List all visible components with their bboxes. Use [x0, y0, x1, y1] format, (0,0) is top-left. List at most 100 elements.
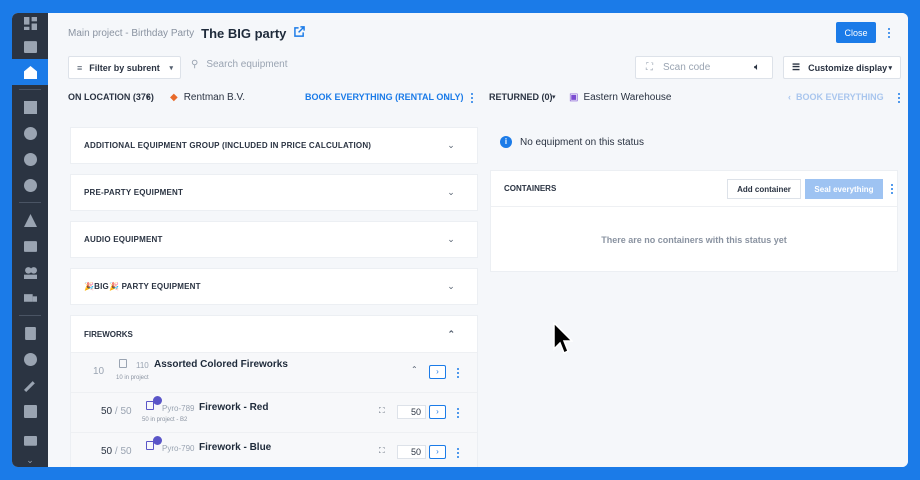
right-status-select[interactable]: RETURNED (0) — [489, 92, 553, 102]
app-window: ⌄ Main project - Birthday Party The BIG … — [12, 13, 908, 467]
caret-down-icon[interactable]: ▾ — [552, 93, 556, 101]
quantity-input[interactable]: 50 — [397, 405, 426, 419]
fireworks-header[interactable]: FIREWORKS ⌃ — [71, 316, 477, 352]
chat-icon[interactable] — [12, 146, 48, 172]
chevron-down-icon[interactable]: ⌄ — [447, 281, 455, 292]
on-location-column: ADDITIONAL EQUIPMENT GROUP (INCLUDED IN … — [70, 127, 478, 467]
search-placeholder: Search equipment — [206, 59, 288, 70]
chevron-down-icon[interactable]: ⌄ — [447, 140, 455, 151]
status-badge — [153, 396, 162, 405]
shapes-icon[interactable] — [12, 207, 48, 233]
people-icon[interactable] — [12, 259, 48, 285]
sidebar-divider — [19, 89, 41, 90]
move-item-button[interactable]: › — [429, 365, 446, 379]
sidebar: ⌄ — [12, 13, 48, 467]
table-row: 50 / 50 Pyro-790 Firework - Blue ⛶ 50 › — [71, 432, 477, 467]
main-content: Main project - Birthday Party The BIG pa… — [48, 13, 908, 467]
scan-icon[interactable]: ⛶ — [379, 406, 385, 416]
book-everything-button[interactable]: ‹ BOOK EVERYTHING — [788, 92, 884, 102]
wrench-icon[interactable] — [12, 372, 48, 398]
mouse-cursor-icon — [553, 322, 573, 355]
chevron-up-icon[interactable]: ⌃ — [411, 365, 418, 374]
clock-icon[interactable] — [12, 346, 48, 372]
status-badge — [153, 436, 162, 445]
filter-label: Filter by subrent — [89, 62, 160, 73]
equipment-group[interactable]: ADDITIONAL EQUIPMENT GROUP (INCLUDED IN … — [70, 127, 478, 164]
scan-icon: ⛶ — [646, 62, 653, 73]
caret-down-icon[interactable]: ▾ — [146, 93, 150, 101]
chevron-down-icon[interactable]: ⌄ — [12, 453, 48, 467]
list-icon: ☰ — [792, 62, 801, 72]
external-link-icon[interactable] — [294, 26, 306, 40]
item-quantity: 50 / 50 — [101, 406, 132, 417]
id-card-icon[interactable] — [12, 233, 48, 259]
list-item: 10 110 Assorted Colored Fireworks 10 in … — [71, 352, 477, 392]
filter-subrent-button[interactable]: ≡ Filter by subrent ▾ — [68, 56, 181, 79]
containers-panel: CONTAINERS Add container Seal everything… — [490, 170, 898, 272]
arrow-right-icon[interactable]: › — [445, 92, 448, 102]
item-subtext: 10 in project — [116, 375, 149, 381]
containers-options-icon[interactable] — [887, 183, 897, 195]
item-quantity: 50 / 50 — [101, 446, 132, 457]
chevron-up-icon[interactable]: ⌃ — [447, 329, 455, 340]
scan-code-input[interactable]: ⛶ Scan code 🔈︎ — [635, 56, 773, 79]
breadcrumb[interactable]: Main project - Birthday Party — [68, 28, 194, 39]
search-input[interactable]: ⚲ Search equipment — [191, 59, 288, 70]
clipboard-icon[interactable] — [12, 320, 48, 346]
customize-label: Customize display — [808, 62, 888, 73]
sidebar-divider — [19, 315, 41, 316]
item-code: Pyro-789 — [162, 404, 195, 413]
left-status-select[interactable]: ON LOCATION (376) — [68, 92, 154, 102]
scan-placeholder: Scan code — [663, 62, 711, 73]
item-name: Firework - Blue — [199, 442, 272, 453]
containers-header: CONTAINERS Add container Seal everything — [491, 171, 897, 207]
info-message: i No equipment on this status — [490, 127, 898, 157]
fireworks-group: FIREWORKS ⌃ 10 110 Assorted Colored Fire… — [70, 315, 478, 467]
item-name: Assorted Colored Fireworks — [154, 359, 288, 370]
move-item-button[interactable]: › — [429, 405, 446, 419]
warehouse-label: ▣ Eastern Warehouse — [569, 92, 672, 103]
customize-display-button[interactable]: ☰ Customize display ▾ — [783, 56, 901, 79]
contact-icon[interactable] — [12, 120, 48, 146]
add-container-button[interactable]: Add container — [727, 179, 801, 199]
toolbar: ≡ Filter by subrent ▾ ⚲ Search equipment… — [48, 53, 908, 83]
equipment-group[interactable]: 🎉BIG🎉 PARTY EQUIPMENT ⌄ — [70, 268, 478, 305]
message-icon[interactable] — [12, 429, 48, 455]
sidebar-divider — [19, 202, 41, 203]
finance-icon[interactable] — [12, 172, 48, 198]
dashboard-icon[interactable] — [12, 13, 48, 33]
close-button[interactable]: Close — [836, 22, 876, 43]
table-icon[interactable] — [12, 94, 48, 120]
item-quantity: 10 — [93, 366, 105, 377]
seal-everything-button[interactable]: Seal everything — [805, 179, 883, 199]
chevron-down-icon[interactable]: ⌄ — [447, 187, 455, 198]
scan-icon[interactable]: ⛶ — [379, 446, 385, 456]
group-icon — [119, 359, 127, 368]
left-status-options-icon[interactable] — [467, 92, 477, 104]
item-options-icon[interactable] — [453, 367, 463, 379]
quantity-input[interactable]: 50 — [397, 445, 426, 459]
item-options-icon[interactable] — [453, 447, 463, 459]
move-item-button[interactable]: › — [429, 445, 446, 459]
returned-column: i No equipment on this status CONTAINERS… — [490, 127, 898, 272]
projects-icon[interactable] — [12, 59, 48, 85]
empty-state-text: There are no containers with this status… — [601, 235, 787, 245]
chevron-down-icon[interactable]: ⌄ — [447, 234, 455, 245]
caret-down-icon: ▾ — [888, 64, 892, 72]
book-everything-rental-button[interactable]: BOOK EVERYTHING (RENTAL ONLY) — [305, 92, 464, 102]
caret-down-icon: ▾ — [169, 64, 173, 72]
right-status-options-icon[interactable] — [894, 92, 904, 104]
header: Main project - Birthday Party The BIG pa… — [48, 13, 908, 53]
equipment-group[interactable]: AUDIO EQUIPMENT ⌄ — [70, 221, 478, 258]
truck-icon[interactable] — [12, 285, 48, 311]
item-options-icon[interactable] — [453, 407, 463, 419]
status-bar: ON LOCATION (376) ▾ ◆ Rentman B.V. BOOK E… — [48, 83, 908, 111]
chart-icon[interactable] — [12, 398, 48, 424]
vendor-label: ◆ Rentman B.V. — [170, 92, 246, 103]
more-options-icon[interactable] — [884, 27, 894, 39]
equipment-group[interactable]: PRE-PARTY EQUIPMENT ⌄ — [70, 174, 478, 211]
sound-icon[interactable]: 🔈︎ — [754, 62, 760, 73]
calendar-icon[interactable] — [12, 33, 48, 59]
item-subtext: 50 in project - B2 — [142, 417, 188, 423]
item-code: 110 — [136, 361, 149, 370]
